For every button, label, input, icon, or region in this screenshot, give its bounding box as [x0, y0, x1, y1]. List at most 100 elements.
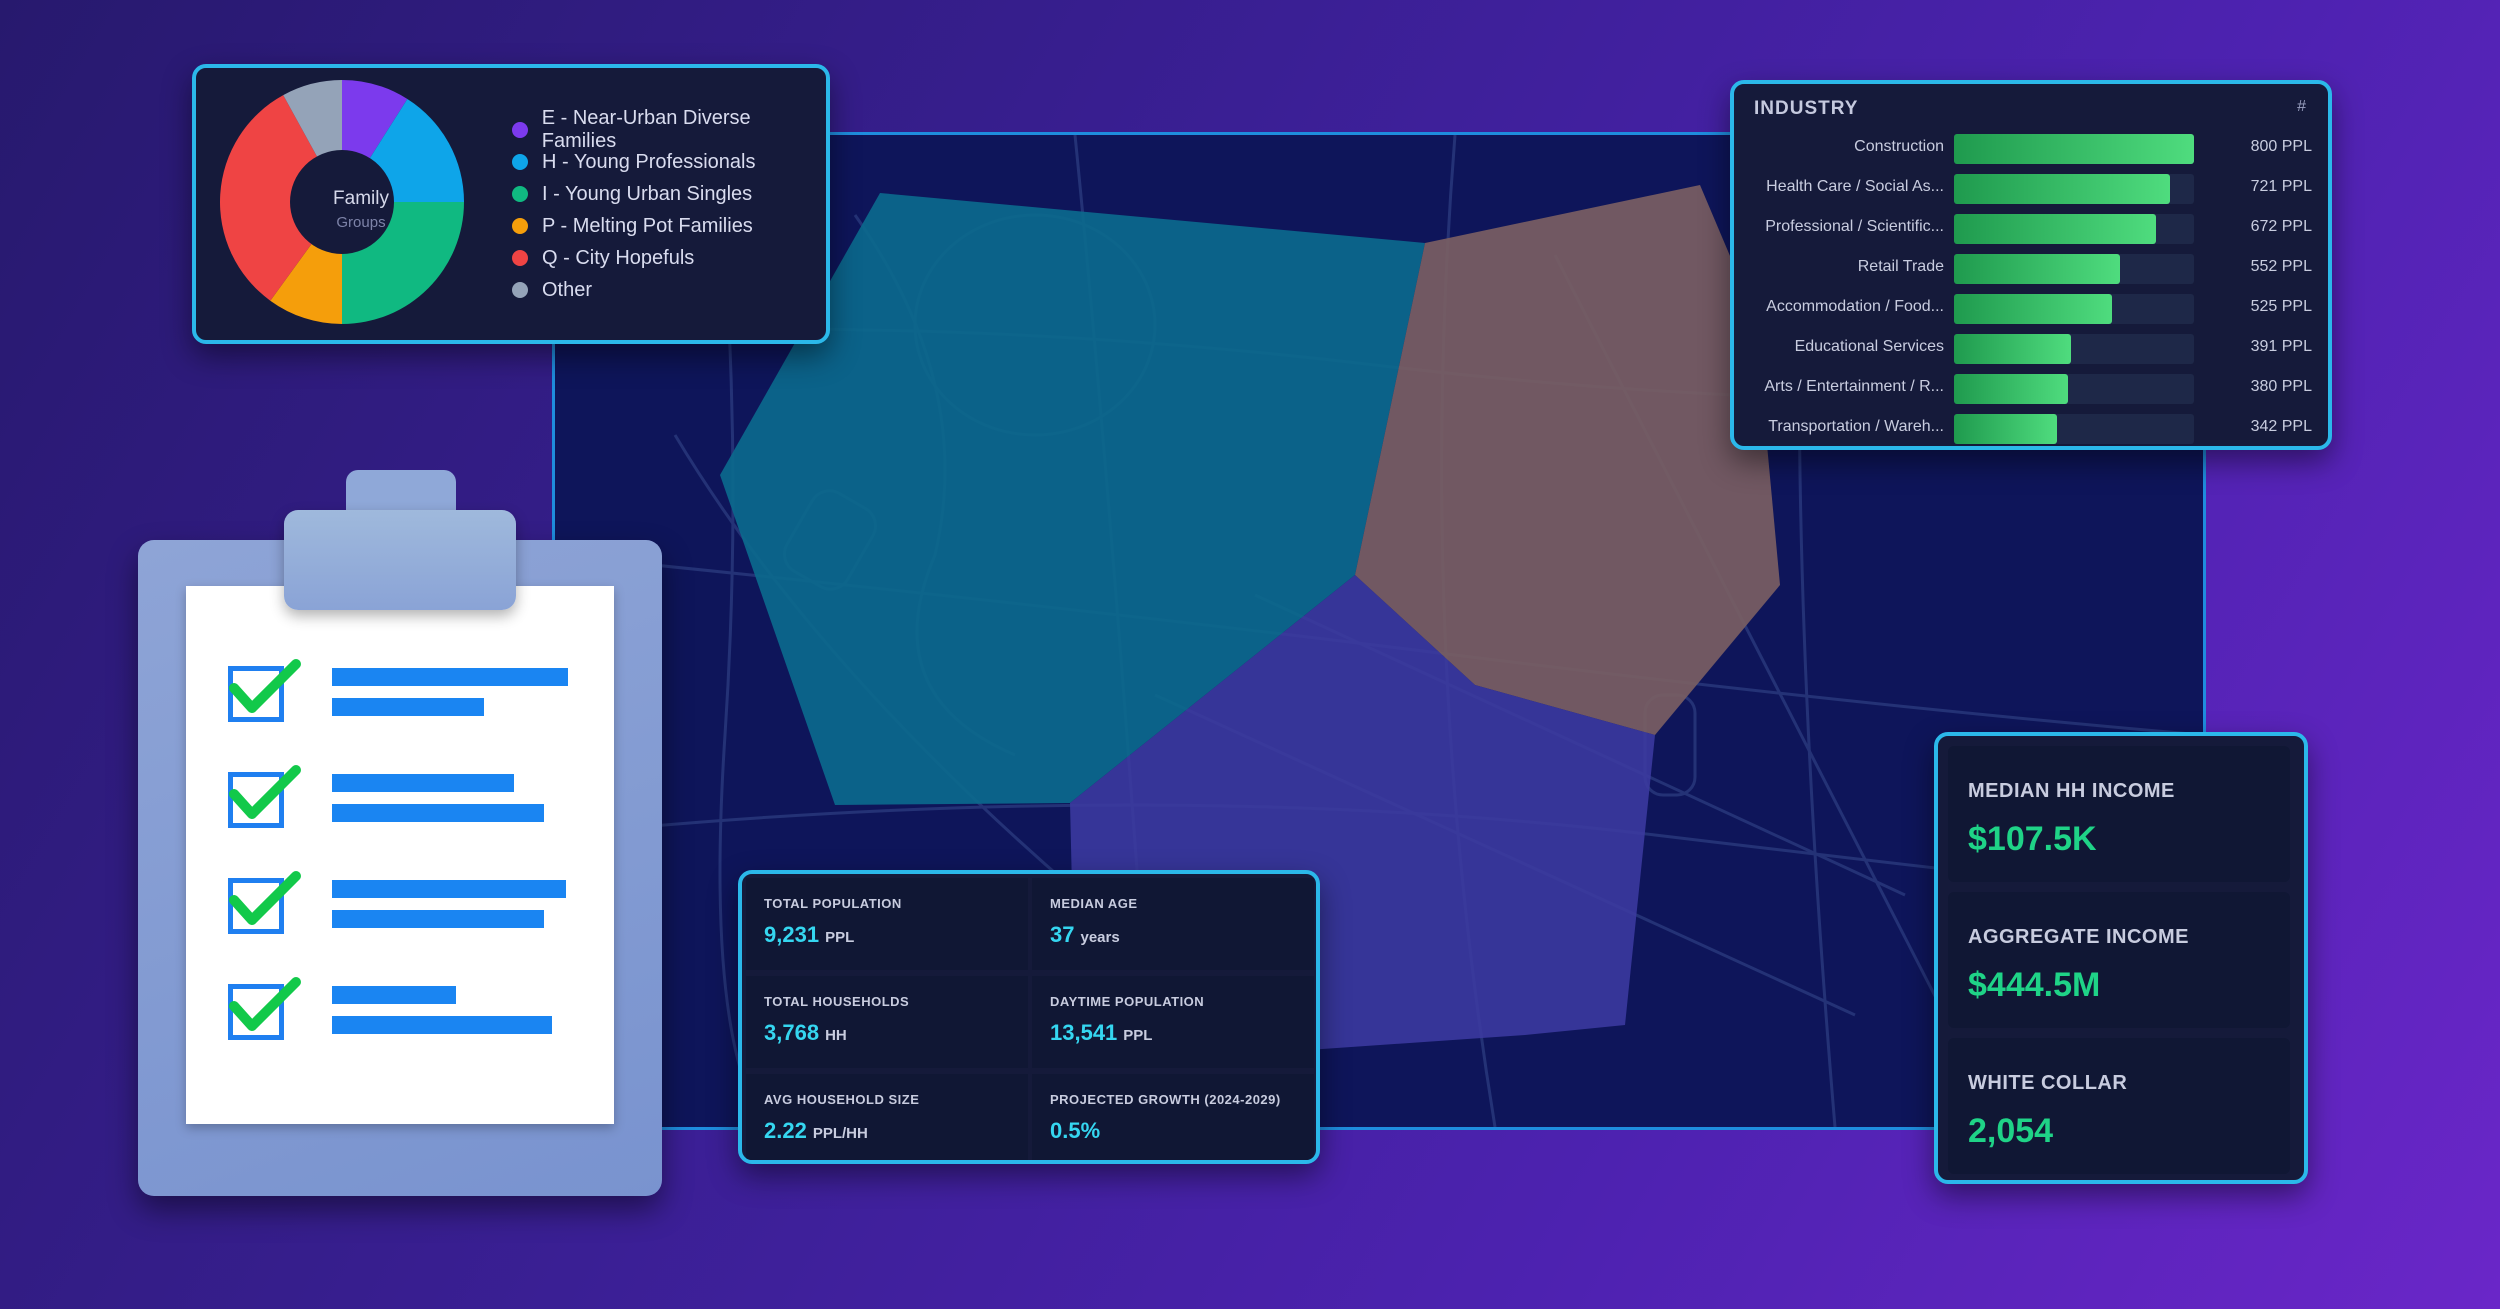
aggregate-income-card: AGGREGATE INCOME $444.5M — [1948, 892, 2290, 1028]
donut-center-subtitle: Groups — [336, 214, 386, 231]
industry-label: Retail Trade — [1857, 258, 1944, 275]
family-groups-legend: E - Near-Urban Diverse Families H - Youn… — [512, 107, 826, 306]
text-line — [332, 1016, 552, 1034]
stat-unit: HH — [825, 1027, 847, 1044]
demographics-stats-panel: TOTAL POPULATION 9,231 PPL MEDIAN AGE 37 y… — [738, 870, 1320, 1164]
stat-unit: years — [1080, 929, 1120, 946]
legend-label: Other — [542, 278, 593, 301]
stat-label: MEDIAN AGE — [1050, 896, 1138, 911]
industry-bar-track — [1954, 254, 2194, 284]
income-value: $107.5K — [1968, 820, 2097, 858]
industry-row: Transportation / Wareh... 342 PPL — [1734, 412, 2328, 446]
income-value: 2,054 — [1968, 1112, 2054, 1150]
checklist-item — [186, 659, 614, 736]
checkmark-icon — [229, 977, 301, 1031]
income-value: $444.5M — [1968, 966, 2101, 1004]
stat-median-age: MEDIAN AGE 37 years — [1032, 878, 1314, 970]
legend-item: Other — [512, 274, 826, 306]
industry-label: Professional / Scientific... — [1765, 218, 1944, 235]
text-line — [332, 804, 544, 822]
legend-label: H - Young Professionals — [542, 150, 756, 173]
industry-value: 391 PPL — [2250, 338, 2312, 355]
stat-number: 0.5% — [1050, 1118, 1101, 1143]
industry-value: 721 PPL — [2250, 178, 2312, 195]
industry-bar-track — [1954, 134, 2194, 164]
industry-bar-track — [1954, 214, 2194, 244]
industry-bar — [1954, 374, 2068, 404]
stat-value: 13,541 PPL — [1050, 1020, 1152, 1046]
checklist-item — [186, 871, 614, 948]
industry-label: Accommodation / Food... — [1766, 298, 1944, 315]
text-line — [332, 698, 484, 716]
income-label: MEDIAN HH INCOME — [1968, 780, 2175, 802]
legend-item: I - Young Urban Singles — [512, 178, 826, 210]
industry-bar — [1954, 254, 2120, 284]
family-groups-panel: Family Groups E - Near-Urban Diverse Fam… — [192, 64, 830, 344]
text-line — [332, 668, 568, 686]
white-collar-card: WHITE COLLAR 2,054 — [1948, 1038, 2290, 1174]
industry-bar-track — [1954, 294, 2194, 324]
industry-row: Arts / Entertainment / R... 380 PPL — [1734, 372, 2328, 406]
stat-number: 2.22 — [764, 1118, 807, 1143]
industry-row: Accommodation / Food... 525 PPL — [1734, 292, 2328, 326]
stat-number: 3,768 — [764, 1020, 820, 1045]
stat-value: 37 years — [1050, 922, 1120, 948]
industry-bar-track — [1954, 334, 2194, 364]
stat-number: 9,231 — [764, 922, 820, 947]
text-line — [332, 880, 566, 898]
industry-bar — [1954, 174, 2171, 204]
clipboard-clamp — [284, 510, 516, 610]
legend-item: E - Near-Urban Diverse Families — [512, 107, 826, 152]
legend-dot — [512, 282, 528, 298]
legend-dot — [512, 154, 528, 170]
checkmark-icon — [229, 659, 301, 713]
stat-label: PROJECTED GROWTH (2024-2029) — [1050, 1092, 1281, 1107]
stat-number: 13,541 — [1050, 1020, 1118, 1045]
industry-bar-track — [1954, 414, 2194, 444]
industry-row: Retail Trade 552 PPL — [1734, 252, 2328, 286]
stat-unit: PPL/HH — [812, 1125, 868, 1142]
industry-bar — [1954, 334, 2072, 364]
legend-dot — [512, 122, 528, 138]
checklist-item — [186, 977, 614, 1054]
legend-label: E - Near-Urban Diverse Families — [541, 107, 751, 152]
stat-value: 3,768 HH — [764, 1020, 847, 1046]
stat-total-households: TOTAL HOUSEHOLDS 3,768 HH — [746, 976, 1028, 1068]
donut-center-title: Family — [333, 188, 389, 209]
stat-number: 37 — [1050, 922, 1075, 947]
stat-projected-growth: PROJECTED GROWTH (2024-2029) 0.5% — [1032, 1074, 1314, 1160]
stat-total-population: TOTAL POPULATION 9,231 PPL — [746, 878, 1028, 970]
industry-label: Arts / Entertainment / R... — [1764, 378, 1944, 395]
median-hh-income-card: MEDIAN HH INCOME $107.5K — [1948, 746, 2290, 882]
stat-value: 9,231 PPL — [764, 922, 854, 948]
stat-label: TOTAL HOUSEHOLDS — [764, 994, 910, 1009]
text-line — [332, 910, 544, 928]
income-panel: MEDIAN HH INCOME $107.5K AGGREGATE INCOM… — [1934, 732, 2308, 1184]
legend-dot — [512, 218, 528, 234]
industry-value: 800 PPL — [2250, 138, 2312, 155]
legend-dot — [512, 250, 528, 266]
stat-avg-household-size: AVG HOUSEHOLD SIZE 2.22 PPL/HH — [746, 1074, 1028, 1160]
stat-value: 2.22 PPL/HH — [764, 1118, 868, 1144]
stat-label: DAYTIME POPULATION — [1050, 994, 1205, 1009]
industry-bar — [1954, 214, 2156, 244]
income-label: WHITE COLLAR — [1968, 1072, 2128, 1094]
industry-row: Educational Services 391 PPL — [1734, 332, 2328, 366]
industry-bar — [1954, 134, 2194, 164]
stat-unit: PPL — [1123, 1027, 1153, 1044]
industry-value: 380 PPL — [2250, 378, 2312, 395]
industry-value: 672 PPL — [2250, 218, 2312, 235]
industry-bar-track — [1954, 374, 2194, 404]
stat-label: AVG HOUSEHOLD SIZE — [764, 1092, 920, 1107]
industry-row: Construction 800 PPL — [1734, 132, 2328, 166]
checklist-item — [186, 765, 614, 842]
legend-dot — [512, 186, 528, 202]
stat-label: TOTAL POPULATION — [764, 896, 902, 911]
text-line — [332, 986, 456, 1004]
industry-count-header: # — [2297, 98, 2306, 115]
clipboard-paper — [186, 586, 614, 1124]
legend-item: Q - City Hopefuls — [512, 242, 826, 274]
stat-daytime-population: DAYTIME POPULATION 13,541 PPL — [1032, 976, 1314, 1068]
legend-label: I - Young Urban Singles — [542, 182, 753, 205]
legend-item: P - Melting Pot Families — [512, 210, 826, 242]
